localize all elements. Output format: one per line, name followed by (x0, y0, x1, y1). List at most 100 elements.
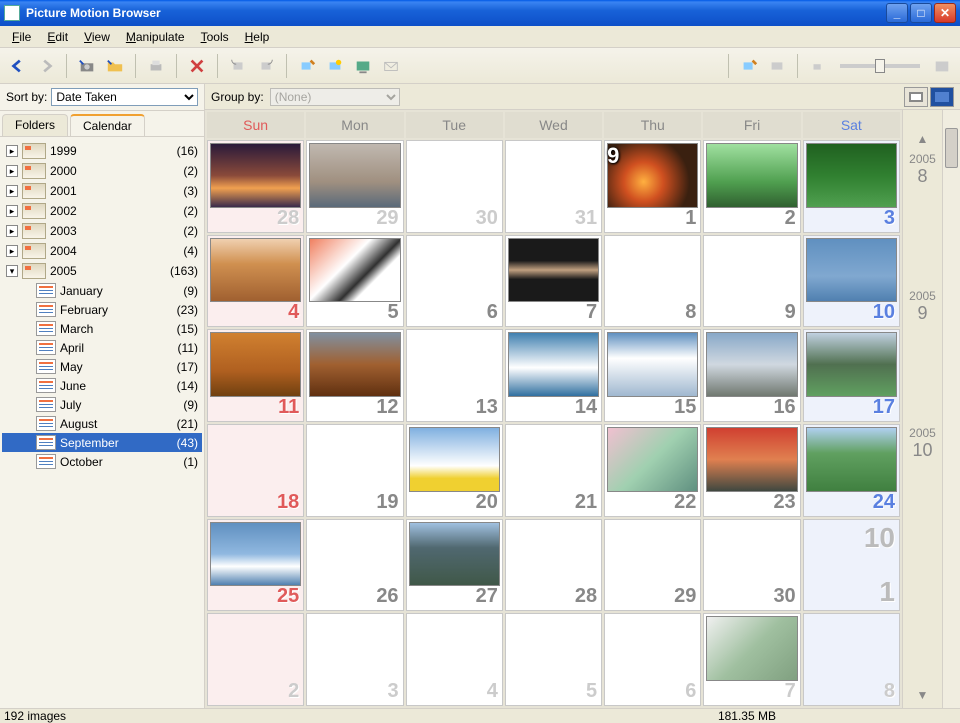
calendar-cell[interactable]: 4 (406, 613, 503, 706)
month-item-june[interactable]: June(14) (2, 376, 202, 395)
delete-button[interactable] (185, 54, 209, 78)
calendar-cell[interactable]: 26 (306, 519, 403, 612)
calendar-cell[interactable]: 8 (604, 235, 701, 328)
calendar-cell[interactable]: 5 (306, 235, 403, 328)
year-item-2003[interactable]: ▸2003(2) (2, 221, 202, 241)
calendar-cell[interactable]: 25 (207, 519, 304, 612)
month-item-april[interactable]: April(11) (2, 338, 202, 357)
calendar-cell[interactable]: 15 (604, 329, 701, 422)
calendar-cell[interactable]: 6 (406, 235, 503, 328)
zoom-out-button[interactable] (806, 54, 830, 78)
close-button[interactable]: ✕ (934, 3, 956, 23)
calendar-cell[interactable]: 4 (207, 235, 304, 328)
expand-icon[interactable]: ▸ (6, 245, 18, 257)
import-camera-button[interactable] (75, 54, 99, 78)
month-item-september[interactable]: September(43) (2, 433, 202, 452)
scroll-up-icon[interactable]: ▲ (917, 132, 929, 146)
expand-icon[interactable]: ▸ (6, 185, 18, 197)
tab-folders[interactable]: Folders (2, 114, 68, 136)
menu-manipulate[interactable]: Manipulate (118, 28, 193, 46)
calendar-cell[interactable]: 5 (505, 613, 602, 706)
year-item-2001[interactable]: ▸2001(3) (2, 181, 202, 201)
expand-icon[interactable]: ▸ (6, 205, 18, 217)
month-label[interactable]: 20059 (909, 289, 936, 324)
calendar-cell[interactable]: 30 (703, 519, 800, 612)
rotate-left-button[interactable] (226, 54, 250, 78)
forward-button[interactable] (34, 54, 58, 78)
expand-icon[interactable]: ▸ (6, 145, 18, 157)
tab-calendar[interactable]: Calendar (70, 114, 145, 136)
year-item-1999[interactable]: ▸1999(16) (2, 141, 202, 161)
calendar-cell[interactable]: 11 (207, 329, 304, 422)
calendar-cell[interactable]: 30 (406, 140, 503, 233)
calendar-cell[interactable]: 29 (306, 140, 403, 233)
calendar-cell[interactable]: 8 (803, 613, 900, 706)
vertical-scrollbar[interactable] (942, 110, 960, 708)
calendar-cell[interactable]: 21 (505, 424, 602, 517)
calendar-cell[interactable]: 3 (803, 140, 900, 233)
calendar-cell[interactable]: 20 (406, 424, 503, 517)
autofix-button[interactable] (323, 54, 347, 78)
back-button[interactable] (6, 54, 30, 78)
month-item-may[interactable]: May(17) (2, 357, 202, 376)
year-item-2002[interactable]: ▸2002(2) (2, 201, 202, 221)
menu-help[interactable]: Help (237, 28, 278, 46)
tool-b-button[interactable] (765, 54, 789, 78)
calendar-cell[interactable]: 13 (406, 329, 503, 422)
expand-icon[interactable]: ▸ (6, 225, 18, 237)
calendar-cell[interactable]: 14 (505, 329, 602, 422)
calendar-cell[interactable]: 17 (803, 329, 900, 422)
calendar-cell[interactable]: 7 (505, 235, 602, 328)
print-button[interactable] (144, 54, 168, 78)
view-film-button[interactable] (904, 87, 928, 107)
calendar-cell[interactable]: 6 (604, 613, 701, 706)
view-cal-button[interactable] (930, 87, 954, 107)
calendar-cell[interactable]: 29 (604, 519, 701, 612)
month-label[interactable]: 200510 (909, 426, 936, 461)
calendar-cell[interactable]: 24 (803, 424, 900, 517)
month-item-october[interactable]: October(1) (2, 452, 202, 471)
month-item-february[interactable]: February(23) (2, 300, 202, 319)
calendar-cell[interactable]: 9 (703, 235, 800, 328)
menu-view[interactable]: View (76, 28, 118, 46)
month-item-august[interactable]: August(21) (2, 414, 202, 433)
calendar-cell[interactable]: 7 (703, 613, 800, 706)
scroll-down-icon[interactable]: ▼ (917, 688, 929, 702)
menu-tools[interactable]: Tools (193, 28, 237, 46)
year-item-2000[interactable]: ▸2000(2) (2, 161, 202, 181)
month-item-march[interactable]: March(15) (2, 319, 202, 338)
calendar-cell[interactable]: 19 (306, 424, 403, 517)
collapse-icon[interactable]: ▾ (6, 265, 18, 277)
calendar-cell[interactable]: 16 (703, 329, 800, 422)
zoom-in-button[interactable] (930, 54, 954, 78)
calendar-cell[interactable]: 101 (803, 519, 900, 612)
calendar-cell[interactable]: 3 (306, 613, 403, 706)
expand-icon[interactable]: ▸ (6, 165, 18, 177)
year-item-2004[interactable]: ▸2004(4) (2, 241, 202, 261)
calendar-cell[interactable]: 2 (207, 613, 304, 706)
calendar-cell[interactable]: 31 (505, 140, 602, 233)
import-folder-button[interactable] (103, 54, 127, 78)
calendar-cell[interactable]: 18 (207, 424, 304, 517)
maximize-button[interactable]: □ (910, 3, 932, 23)
calendar-cell[interactable]: 10 (803, 235, 900, 328)
zoom-slider[interactable] (840, 64, 920, 68)
menu-edit[interactable]: Edit (39, 28, 76, 46)
sort-select[interactable]: Date Taken (51, 88, 198, 106)
calendar-cell[interactable]: 22 (604, 424, 701, 517)
rotate-right-button[interactable] (254, 54, 278, 78)
month-item-january[interactable]: January(9) (2, 281, 202, 300)
menu-file[interactable]: File (4, 28, 39, 46)
year-item-2005[interactable]: ▾2005(163) (2, 261, 202, 281)
edit-button[interactable] (295, 54, 319, 78)
month-label[interactable]: 20058 (909, 152, 936, 187)
calendar-cell[interactable]: 91 (604, 140, 701, 233)
calendar-cell[interactable]: 23 (703, 424, 800, 517)
calendar-cell[interactable]: 28 (505, 519, 602, 612)
month-item-july[interactable]: July(9) (2, 395, 202, 414)
calendar-cell[interactable]: 2 (703, 140, 800, 233)
tool-a-button[interactable] (737, 54, 761, 78)
slideshow-button[interactable] (351, 54, 375, 78)
minimize-button[interactable]: _ (886, 3, 908, 23)
calendar-cell[interactable]: 12 (306, 329, 403, 422)
